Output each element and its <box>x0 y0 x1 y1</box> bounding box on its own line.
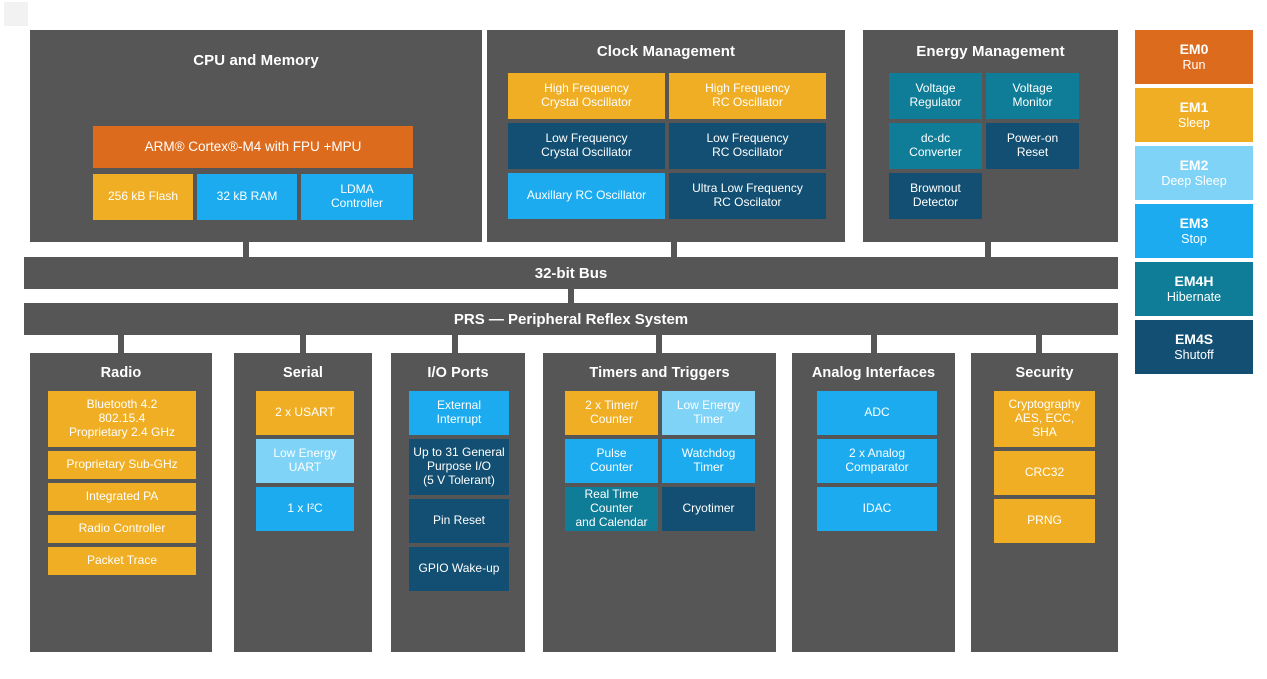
panel-security: Security Cryptography AES, ECC, SHA CRC3… <box>971 353 1118 652</box>
block-watchdog-timer: Watchdog Timer <box>662 439 755 483</box>
panel-cpu-and-memory: CPU and Memory ARM® Cortex®-M4 with FPU … <box>30 30 482 242</box>
block-real-time-counter: Real Time Counter and Calendar <box>565 487 658 531</box>
energy-mode-name: EM3 <box>1179 215 1209 232</box>
energy-mode-state: Stop <box>1181 231 1207 246</box>
block-ldma-controller: LDMA Controller <box>301 174 413 220</box>
panel-io-ports: I/O Ports External Interrupt Up to 31 Ge… <box>391 353 525 652</box>
panel-title-timers-and-triggers: Timers and Triggers <box>589 365 730 381</box>
block-power-on-reset: Power-on Reset <box>986 123 1079 169</box>
block-hf-rc-oscillator: High Frequency RC Oscillator <box>669 73 826 119</box>
energy-mode-state: Sleep <box>1178 115 1210 130</box>
energy-mode-state: Run <box>1182 57 1206 72</box>
block-low-energy-uart: Low Energy UART <box>256 439 354 483</box>
connector-prs-to-serial <box>300 335 306 354</box>
block-cryotimer: Cryotimer <box>662 487 755 531</box>
energy-mode-em0[interactable]: EM0 Run <box>1135 30 1253 84</box>
bus-prs: PRS — Peripheral Reflex System <box>24 303 1118 335</box>
block-bluetooth-radio: Bluetooth 4.2 802.15.4 Proprietary 2.4 G… <box>48 391 196 447</box>
panel-energy-management: Energy Management Voltage Regulator Volt… <box>863 30 1118 242</box>
block-i2c: 1 x I²C <box>256 487 354 531</box>
block-cryptography: Cryptography AES, ECC, SHA <box>994 391 1095 447</box>
connector-energy-to-bus <box>985 242 991 257</box>
energy-mode-name: EM1 <box>1179 99 1209 116</box>
block-lf-crystal-oscillator: Low Frequency Crystal Oscillator <box>508 123 665 169</box>
connector-prs-to-timers <box>656 335 662 354</box>
block-diagram-canvas: CPU and Memory ARM® Cortex®-M4 with FPU … <box>0 0 1267 679</box>
energy-mode-name: EM2 <box>1179 157 1209 174</box>
energy-mode-state: Hibernate <box>1166 289 1222 304</box>
panel-radio: Radio Bluetooth 4.2 802.15.4 Proprietary… <box>30 353 212 652</box>
panel-title-clock-management: Clock Management <box>596 43 736 60</box>
energy-mode-em4h[interactable]: EM4H Hibernate <box>1135 262 1253 316</box>
energy-mode-name: EM4H <box>1174 273 1214 290</box>
energy-mode-em4s[interactable]: EM4S Shutoff <box>1135 320 1253 374</box>
energy-mode-name: EM4S <box>1174 331 1214 348</box>
panel-title-radio: Radio <box>100 365 142 381</box>
block-idac: IDAC <box>817 487 937 531</box>
panel-title-serial: Serial <box>282 365 324 381</box>
bus-32-bit: 32-bit Bus <box>24 257 1118 289</box>
panel-analog-interfaces: Analog Interfaces ADC 2 x Analog Compara… <box>792 353 955 652</box>
energy-mode-state: Deep Sleep <box>1161 173 1227 188</box>
block-usart: 2 x USART <box>256 391 354 435</box>
corner-marker <box>4 2 28 26</box>
block-crc32: CRC32 <box>994 451 1095 495</box>
block-brownout-detector: Brownout Detector <box>889 173 982 219</box>
block-pin-reset: Pin Reset <box>409 499 509 543</box>
block-adc: ADC <box>817 391 937 435</box>
block-flash: 256 kB Flash <box>93 174 193 220</box>
block-hf-crystal-oscillator: High Frequency Crystal Oscillator <box>508 73 665 119</box>
block-packet-trace: Packet Trace <box>48 547 196 575</box>
block-dcdc-converter: dc-dc Converter <box>889 123 982 169</box>
panel-title-security: Security <box>1015 365 1074 381</box>
connector-bus-to-prs <box>568 289 574 303</box>
block-low-energy-timer: Low Energy Timer <box>662 391 755 435</box>
connector-prs-to-security <box>1036 335 1042 354</box>
block-timer-counter: 2 x Timer/ Counter <box>565 391 658 435</box>
block-gpio-wake-up: GPIO Wake-up <box>409 547 509 591</box>
block-prng: PRNG <box>994 499 1095 543</box>
energy-mode-em1[interactable]: EM1 Sleep <box>1135 88 1253 142</box>
block-ulf-rc-oscillator: Ultra Low Frequency RC Oscilator <box>669 173 826 219</box>
panel-title-analog-interfaces: Analog Interfaces <box>811 365 936 381</box>
connector-prs-to-analog <box>871 335 877 354</box>
energy-mode-em2[interactable]: EM2 Deep Sleep <box>1135 146 1253 200</box>
block-arm-core: ARM® Cortex®-M4 with FPU +MPU <box>93 126 413 168</box>
block-analog-comparator: 2 x Analog Comparator <box>817 439 937 483</box>
block-integrated-pa: Integrated PA <box>48 483 196 511</box>
connector-prs-to-io-ports <box>452 335 458 354</box>
panel-title-energy-management: Energy Management <box>916 43 1065 60</box>
panel-timers-and-triggers: Timers and Triggers 2 x Timer/ Counter L… <box>543 353 776 652</box>
block-voltage-regulator: Voltage Regulator <box>889 73 982 119</box>
connector-clock-to-bus <box>671 242 677 257</box>
block-proprietary-sub-ghz: Proprietary Sub-GHz <box>48 451 196 479</box>
block-ram: 32 kB RAM <box>197 174 297 220</box>
panel-clock-management: Clock Management High Frequency Crystal … <box>487 30 845 242</box>
energy-mode-state: Shutoff <box>1174 347 1214 362</box>
block-auxiliary-rc-oscillator: Auxillary RC Oscillator <box>508 173 665 219</box>
block-voltage-monitor: Voltage Monitor <box>986 73 1079 119</box>
energy-mode-name: EM0 <box>1179 41 1209 58</box>
connector-prs-to-radio <box>118 335 124 354</box>
block-lf-rc-oscillator: Low Frequency RC Oscillator <box>669 123 826 169</box>
block-external-interrupt: External Interrupt <box>409 391 509 435</box>
connector-cpu-to-bus <box>243 242 249 257</box>
block-general-purpose-io: Up to 31 General Purpose I/O (5 V Tolera… <box>409 439 509 495</box>
panel-title-cpu-and-memory: CPU and Memory <box>193 52 319 69</box>
panel-title-io-ports: I/O Ports <box>427 365 489 381</box>
block-pulse-counter: Pulse Counter <box>565 439 658 483</box>
panel-serial: Serial 2 x USART Low Energy UART 1 x I²C <box>234 353 372 652</box>
energy-mode-em3[interactable]: EM3 Stop <box>1135 204 1253 258</box>
block-radio-controller: Radio Controller <box>48 515 196 543</box>
